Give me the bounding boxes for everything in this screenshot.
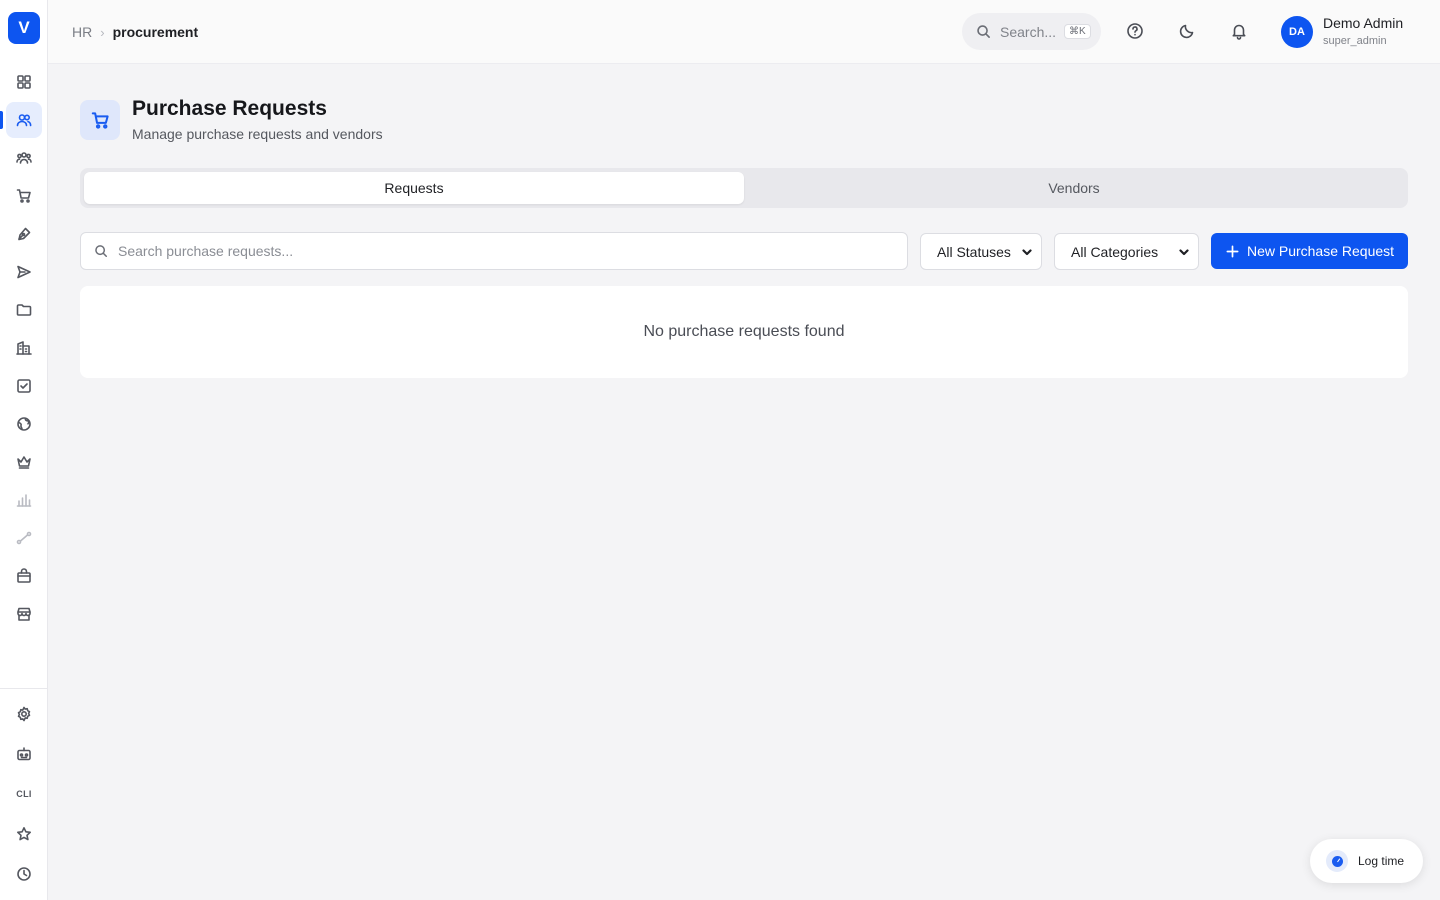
sidebar-item-assistant[interactable]: [6, 736, 42, 772]
sidebar-item-cli[interactable]: CLI: [6, 776, 42, 812]
app-logo[interactable]: V: [8, 12, 40, 44]
chevron-down-icon: [1022, 248, 1032, 255]
status-filter-select[interactable]: All Statuses: [920, 233, 1042, 270]
store-icon: [17, 607, 31, 621]
chevron-right-icon: ›: [100, 24, 105, 40]
chevron-down-icon: [1179, 248, 1189, 255]
log-time-label: Log time: [1358, 854, 1405, 868]
new-purchase-request-label: New Purchase Request: [1246, 243, 1395, 259]
route-icon: [16, 531, 32, 545]
help-icon: [1127, 23, 1143, 39]
tab-bar: Requests Vendors: [80, 168, 1408, 208]
search-icon: [977, 25, 990, 38]
sidebar-item-tasks[interactable]: [6, 368, 42, 404]
gear-icon: [17, 706, 31, 722]
globe-icon: [17, 417, 31, 431]
cart-icon: [16, 189, 31, 203]
sidebar-item-workflows[interactable]: [6, 520, 42, 556]
page-title: Purchase Requests: [132, 97, 327, 120]
cart-icon: [91, 111, 109, 129]
theme-toggle-button[interactable]: [1176, 20, 1198, 42]
clock-icon: [17, 867, 31, 881]
notifications-button[interactable]: [1228, 20, 1250, 42]
sidebar-item-settings[interactable]: [6, 696, 42, 732]
sidebar-item-design[interactable]: [6, 216, 42, 252]
tab-vendors[interactable]: Vendors: [744, 172, 1404, 204]
sidebar-item-dashboard[interactable]: [6, 64, 42, 100]
building-icon: [16, 341, 32, 355]
breadcrumb-current: procurement: [112, 24, 199, 40]
sidebar-active-indicator: [0, 111, 3, 129]
team-icon: [16, 152, 32, 164]
crown-icon: [17, 456, 31, 469]
bar-chart-icon: [16, 494, 32, 507]
sidebar-item-campaigns[interactable]: [6, 254, 42, 290]
help-button[interactable]: [1124, 20, 1146, 42]
breadcrumb: HR › procurement: [72, 24, 198, 40]
users-icon: [16, 114, 32, 127]
pen-tool-icon: [18, 227, 31, 241]
shortcut-badge: ⌘K: [1064, 24, 1091, 39]
search-icon: [95, 245, 107, 257]
sidebar-item-global[interactable]: [6, 406, 42, 442]
log-time-button[interactable]: Log time: [1310, 839, 1423, 883]
breadcrumb-parent[interactable]: HR: [72, 24, 92, 40]
sidebar-divider: [0, 688, 48, 689]
empty-state-message: No purchase requests found: [643, 323, 845, 340]
sidebar: V CLI: [0, 0, 48, 900]
moon-icon: [1179, 24, 1194, 39]
avatar[interactable]: DA: [1281, 16, 1313, 48]
sidebar-item-files[interactable]: [6, 292, 42, 328]
bell-icon: [1232, 24, 1246, 40]
grid-icon: [17, 75, 31, 89]
sidebar-item-store[interactable]: [6, 596, 42, 632]
checkbox-icon: [17, 379, 31, 393]
sidebar-item-teams[interactable]: [6, 140, 42, 176]
global-search-button[interactable]: Search... ⌘K: [962, 13, 1101, 50]
status-filter-value: All Statuses: [937, 243, 1011, 260]
plus-icon: [1226, 245, 1239, 257]
category-filter-value: All Categories: [1071, 243, 1159, 260]
sidebar-item-people[interactable]: [6, 102, 42, 138]
bot-icon: [17, 747, 31, 761]
send-icon: [17, 265, 31, 279]
page-subtitle: Manage purchase requests and vendors: [132, 126, 383, 142]
sidebar-item-history[interactable]: [6, 856, 42, 892]
page-header-icon: [80, 100, 120, 140]
empty-state-card: No purchase requests found: [80, 286, 1408, 378]
timer-icon: [1326, 850, 1348, 872]
new-purchase-request-button[interactable]: New Purchase Request: [1211, 233, 1408, 269]
sidebar-item-buildings[interactable]: [6, 330, 42, 366]
global-search-placeholder: Search...: [1000, 23, 1057, 40]
sidebar-item-procurement[interactable]: [6, 178, 42, 214]
request-search-input[interactable]: [118, 243, 878, 259]
sidebar-item-premium[interactable]: [6, 444, 42, 480]
tab-requests[interactable]: Requests: [84, 172, 744, 204]
category-filter-select[interactable]: All Categories: [1054, 233, 1199, 270]
sidebar-item-analytics[interactable]: [6, 482, 42, 518]
user-role: super_admin: [1323, 35, 1387, 47]
top-header: HR › procurement Search... ⌘K DA Demo Ad…: [48, 0, 1440, 64]
shopping-bag-icon: [17, 568, 31, 583]
cli-icon: CLI: [16, 789, 32, 799]
request-search-box: [80, 232, 908, 270]
user-name[interactable]: Demo Admin: [1323, 15, 1403, 31]
sidebar-item-marketplace[interactable]: [6, 558, 42, 594]
folder-icon: [16, 304, 32, 316]
star-icon: [17, 827, 31, 841]
sidebar-item-favorites[interactable]: [6, 816, 42, 852]
